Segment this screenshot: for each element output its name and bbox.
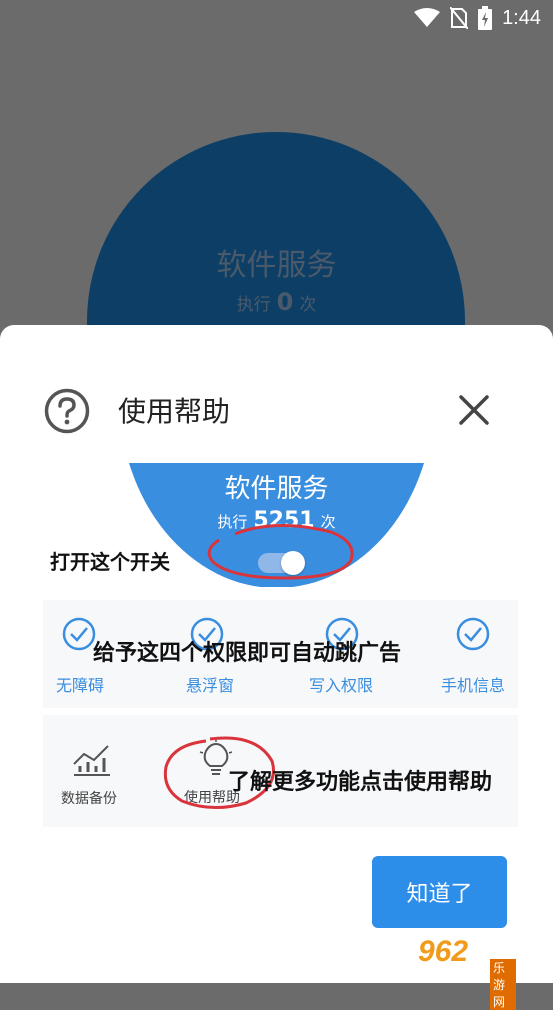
watermark-main: 962 [418,935,469,968]
clock-time: 1:44 [502,6,541,29]
check-circle-icon [62,617,96,651]
got-it-button[interactable]: 知道了 [372,856,507,928]
watermark-sub: 乐游网 [490,959,516,1010]
close-icon[interactable] [457,393,491,427]
question-circle-icon [44,388,90,434]
wifi-icon [414,8,441,27]
bar-chart-icon [73,745,110,776]
status-bar: 1:44 [0,0,553,40]
annotation-permissions: 给予这四个权限即可自动跳广告 [93,641,402,666]
status-icons: 1:44 [414,6,541,30]
battery-charging-icon [478,6,493,30]
check-circle-icon [456,617,490,651]
dialog-title: 使用帮助 [118,395,231,428]
permission-write: 写入权限 [308,676,373,695]
run-suffix: 次 [299,295,317,315]
permission-overlay: 悬浮窗 [185,676,234,695]
service-title: 软件服务 [216,248,337,283]
run-prefix: 执行 [236,295,271,315]
backup-label: 数据备份 [61,791,117,807]
highlight-ellipse-switch [207,524,354,580]
permission-phone-info: 手机信息 [440,676,505,695]
annotation-help: 了解更多功能点击使用帮助 [228,770,493,795]
no-sim-icon [450,7,469,29]
watermark-logo: 962 .NET 乐游网 [418,935,516,1010]
annotation-switch: 打开这个开关 [50,550,170,574]
run-count: 0 [276,288,294,316]
permission-accessibility: 无障碍 [55,676,104,695]
run-count-text: 执行 0 次 [0,288,553,316]
example-service-title: 软件服务 [224,474,329,504]
